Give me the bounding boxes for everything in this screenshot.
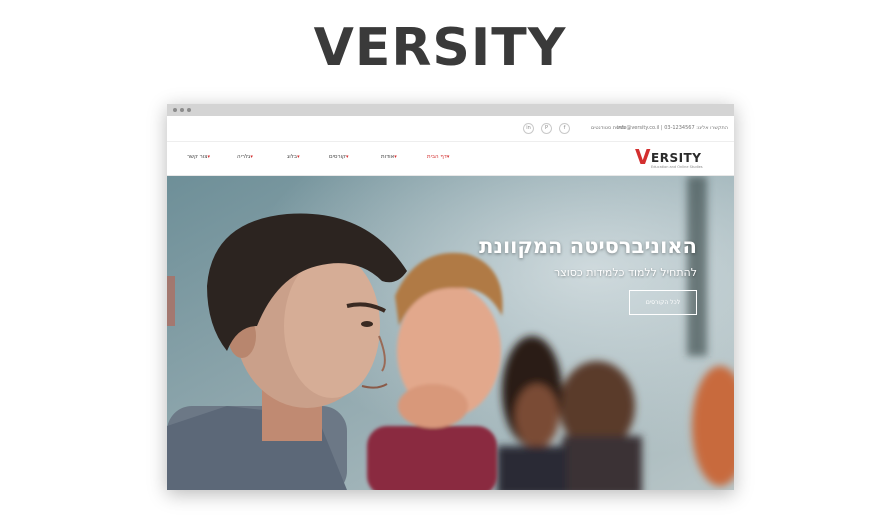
chevron-down-icon: ▾ [250,154,253,160]
main-navbar: V ERSITY Education and Online Studies ▾צ… [167,142,734,176]
contact-info: התקשרו אלינו: 03-1234567 | info@versity.… [616,125,728,131]
pinterest-icon[interactable]: P [541,123,552,134]
nav-item-courses[interactable]: ▾קורסים [329,154,350,160]
chevron-down-icon: ▾ [207,154,211,160]
browser-mockup: in P f כניסת סטודנטים התקשרו אלינו: 03-1… [167,104,734,490]
courses-button[interactable]: לכל הקורסים [629,290,697,315]
nav-menu: ▾צור קשר ▾גלריה ▾בלוג ▾קורסים ▾אודות ▾דף… [187,142,467,176]
chevron-down-icon: ▾ [446,154,450,160]
logo-tagline: Education and Online Studies [651,165,703,169]
hero-photo-students [167,176,734,490]
window-dot-icon [187,108,191,112]
window-dot-icon [173,108,177,112]
chevron-down-icon: ▾ [297,154,300,160]
hero-subtitle: להתחיל ללמוד כלמידות כסוצר [554,266,697,279]
site-logo[interactable]: V ERSITY Education and Online Studies [635,147,711,171]
facebook-icon[interactable]: f [559,123,570,134]
hero-title: האוניברסיטה המקוונת [479,234,697,258]
logo-wordmark: ERSITY [651,151,702,165]
page-title: VERSITY [313,18,567,78]
site-topbar: in P f כניסת סטודנטים התקשרו אלינו: 03-1… [167,116,734,142]
window-dot-icon [180,108,184,112]
chevron-down-icon: ▾ [345,154,349,160]
chevron-down-icon: ▾ [394,154,397,160]
browser-chrome-bar [167,104,734,116]
nav-item-home[interactable]: ▾דף הבית [427,154,451,160]
hero-banner: האוניברסיטה המקוונת להתחיל ללמוד כלמידות… [167,176,734,490]
linkedin-icon[interactable]: in [523,123,534,134]
logo-initial: V [635,145,651,169]
nav-item-blog[interactable]: ▾בלוג [287,154,302,160]
nav-item-contact[interactable]: ▾צור קשר [187,154,212,160]
nav-item-about[interactable]: ▾אודות [381,154,399,160]
nav-item-gallery[interactable]: ▾גלריה [237,154,255,160]
